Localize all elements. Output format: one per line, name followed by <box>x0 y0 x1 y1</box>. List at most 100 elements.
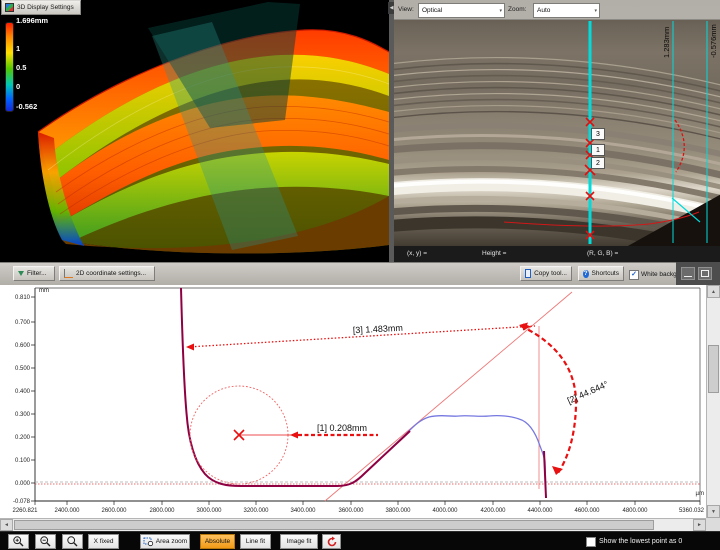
marker-box-1[interactable]: 1 <box>591 144 605 156</box>
arrow-left-icon: ◄ <box>4 522 9 528</box>
minimize-icon <box>684 276 692 278</box>
svg-text:0.200: 0.200 <box>15 435 31 441</box>
svg-text:0.700: 0.700 <box>15 320 31 326</box>
scrollbar-corner <box>706 518 720 531</box>
svg-text:3600.000: 3600.000 <box>338 508 364 514</box>
line-fit-button[interactable]: Line fit <box>240 534 271 549</box>
tab-3d-display-settings[interactable]: 3D Display Settings <box>1 0 81 15</box>
area-zoom-icon <box>143 537 154 547</box>
svg-text:0.400: 0.400 <box>15 389 31 395</box>
optical-status-bar: (x, y) = Height = (R, G, B) = <box>394 246 720 262</box>
panel-3d-display: 3D Display Settings 1.696mm 1 0.5 0 -0.5… <box>0 0 389 262</box>
status-rgb: (R, G, B) = <box>587 250 618 257</box>
refresh-button[interactable] <box>322 534 341 549</box>
area-zoom-button[interactable]: Area zoom <box>140 534 190 549</box>
absolute-button[interactable]: Absolute <box>200 534 235 549</box>
svg-text:4400.000: 4400.000 <box>527 508 553 514</box>
zoom-select[interactable]: Auto ▾ <box>533 3 600 18</box>
scroll-left-button[interactable]: ◄ <box>0 519 13 531</box>
scroll-right-button[interactable]: ► <box>693 519 706 531</box>
lowest-point-checkbox[interactable] <box>586 537 596 547</box>
view-select[interactable]: Optical ▾ <box>418 3 505 18</box>
tab-label: 3D Display Settings <box>17 4 74 11</box>
svg-text:3400.000: 3400.000 <box>290 508 316 514</box>
refresh-icon <box>326 536 338 548</box>
svg-text:4000.000: 4000.000 <box>432 508 458 514</box>
dim-label-0576: -0.576mm <box>709 24 718 58</box>
coordinate-settings-button[interactable]: 2D coordinate settings... <box>59 266 155 281</box>
svg-text:0.500: 0.500 <box>15 366 31 372</box>
y-axis-unit: mm <box>39 288 49 294</box>
3d-settings-icon <box>5 3 14 12</box>
arrow-right-icon: ► <box>697 522 702 528</box>
zoom-tool-button[interactable] <box>62 534 83 549</box>
scale-max-label: 1.696mm <box>16 16 48 25</box>
copy-tool-button[interactable]: Copy tool... <box>520 266 572 281</box>
horizontal-scrollbar[interactable]: ◄ ► <box>0 518 706 531</box>
svg-text:3800.000: 3800.000 <box>385 508 411 514</box>
svg-text:3200.000: 3200.000 <box>243 508 269 514</box>
profile-chart[interactable]: mm µm 0.810 0.700 0.600 0.500 0.400 0.30… <box>0 285 706 518</box>
svg-text:4600.000: 4600.000 <box>574 508 600 514</box>
svg-text:4200.000: 4200.000 <box>480 508 506 514</box>
magnifier-minus-icon <box>39 535 52 548</box>
3d-surface-render[interactable] <box>0 0 389 262</box>
chart-bottom-toolbar: X fixed Area zoom Absolute Line fit Imag… <box>0 531 720 550</box>
svg-text:0.300: 0.300 <box>15 412 31 418</box>
x-fixed-button[interactable]: X fixed <box>88 534 119 549</box>
chevron-down-icon: ▾ <box>499 8 504 14</box>
shortcuts-button[interactable]: ? Shortcuts <box>578 266 624 281</box>
optical-image[interactable]: 1.283mm -0.576mm <box>394 0 720 262</box>
profile-toolbar: Filter... 2D coordinate settings... Copy… <box>0 262 720 286</box>
scroll-up-button[interactable]: ▲ <box>707 285 720 298</box>
chevron-down-icon: ▾ <box>594 8 599 14</box>
arrow-up-icon: ▲ <box>711 289 716 295</box>
measurement-app-window: 3D Display Settings 1.696mm 1 0.5 0 -0.5… <box>0 0 720 550</box>
status-xy: (x, y) = <box>407 250 427 257</box>
annotation-1-label[interactable]: [1] 0.208mm <box>317 423 367 433</box>
scale-tick-1: 1 <box>16 44 20 53</box>
filter-button[interactable]: Filter... <box>13 266 55 281</box>
marker-box-3[interactable]: 3 <box>591 128 605 140</box>
svg-text:2400.000: 2400.000 <box>54 508 80 514</box>
marker-box-2[interactable]: 2 <box>591 157 605 169</box>
subwindow-controls <box>676 262 720 285</box>
optical-toolbar: View: Optical ▾ Zoom: Auto ▾ <box>394 0 720 20</box>
arrow-down-icon: ▼ <box>711 509 716 515</box>
scale-tick-0: 0 <box>16 82 20 91</box>
status-height: Height = <box>482 250 506 257</box>
vertical-scrollbar[interactable]: ▲ ▼ <box>706 285 720 518</box>
dim-label-1283: 1.283mm <box>662 27 671 58</box>
zoom-out-button[interactable] <box>35 534 56 549</box>
horizontal-scroll-thumb[interactable] <box>14 520 654 530</box>
image-fit-button[interactable]: Image fit <box>280 534 318 549</box>
svg-text:2260.821: 2260.821 <box>12 508 38 514</box>
magnifier-plus-icon <box>12 535 25 548</box>
white-background-checkbox[interactable]: ✓ <box>629 270 639 280</box>
zoom-in-button[interactable] <box>8 534 29 549</box>
svg-text:5360.032: 5360.032 <box>679 508 705 514</box>
scroll-down-button[interactable]: ▼ <box>707 505 720 518</box>
collapse-left-icon: ◀ <box>390 5 394 11</box>
svg-text:0.000: 0.000 <box>15 481 31 487</box>
axes-icon <box>64 269 73 278</box>
svg-text:2600.000: 2600.000 <box>101 508 127 514</box>
maximize-button[interactable] <box>698 267 712 280</box>
view-label: View: <box>398 6 414 13</box>
zoom-label: Zoom: <box>508 6 526 13</box>
vertical-scroll-thumb[interactable] <box>708 345 719 393</box>
svg-text:0.100: 0.100 <box>15 458 31 464</box>
x-axis-unit: µm <box>696 491 704 497</box>
maximize-icon <box>701 270 709 277</box>
svg-text:3000.000: 3000.000 <box>196 508 222 514</box>
scale-min-label: -0.562 <box>16 102 37 111</box>
lowest-point-label: Show the lowest point as 0 <box>599 538 682 545</box>
svg-text:2800.000: 2800.000 <box>149 508 175 514</box>
scale-tick-05: 0.5 <box>16 63 26 72</box>
filter-icon <box>18 271 24 276</box>
minimize-button[interactable] <box>681 267 695 280</box>
magnifier-icon <box>66 535 79 548</box>
svg-text:0.810: 0.810 <box>15 295 31 301</box>
help-icon: ? <box>583 270 589 278</box>
copy-icon <box>525 269 531 278</box>
